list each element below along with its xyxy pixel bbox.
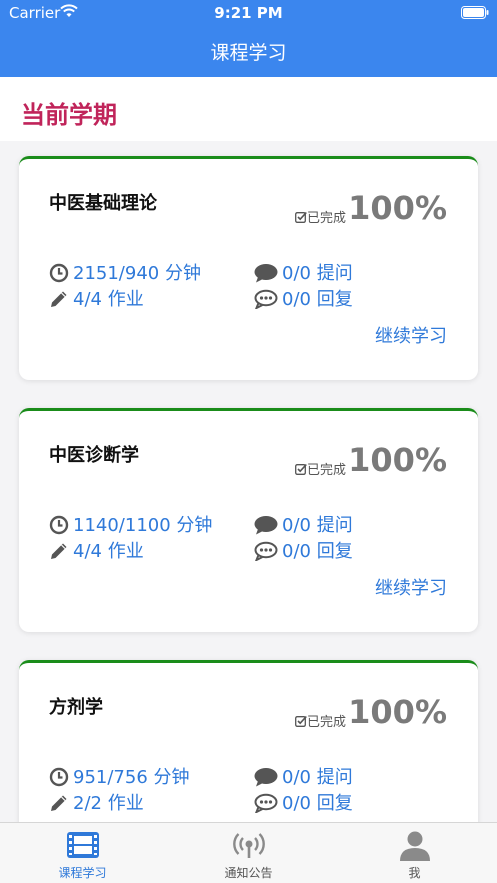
study-time-value: 1140/1100 分钟 xyxy=(73,515,213,536)
questions: 0/0 提问 xyxy=(254,763,353,789)
course-name: 中医基础理论 xyxy=(49,193,157,214)
clock-icon xyxy=(49,515,69,535)
continue-study-link[interactable]: 继续学习 xyxy=(375,574,447,600)
progress-percent: 100% xyxy=(348,441,447,479)
clock-icon xyxy=(49,263,69,283)
replies-value: 0/0 回复 xyxy=(282,793,353,814)
checkbox-checked-icon xyxy=(295,211,307,223)
user-icon xyxy=(400,831,430,861)
replies: 0/0 回复 xyxy=(254,789,353,815)
course-card[interactable]: 方剂学 已完成 100% 951/756 分钟 2/2 作业 0/0 提问 0/… xyxy=(19,660,478,822)
questions-value: 0/0 提问 xyxy=(282,767,353,788)
tab-me[interactable]: 我 xyxy=(332,823,497,883)
homework: 2/2 作业 xyxy=(49,789,144,815)
replies: 0/0 回复 xyxy=(254,537,353,563)
semester-header: 当前学期 xyxy=(0,77,497,141)
homework-value: 2/2 作业 xyxy=(73,793,144,814)
film-icon xyxy=(67,832,99,858)
comment-dots-icon xyxy=(254,793,278,813)
replies: 0/0 回复 xyxy=(254,285,353,311)
tab-notices[interactable]: 通知公告 xyxy=(166,823,331,883)
course-name: 中医诊断学 xyxy=(49,445,139,466)
comment-icon xyxy=(254,516,278,535)
semester-title: 当前学期 xyxy=(21,101,117,129)
questions: 0/0 提问 xyxy=(254,511,353,537)
pencil-icon xyxy=(51,291,67,307)
replies-value: 0/0 回复 xyxy=(282,289,353,310)
status-label: 已完成 xyxy=(307,715,347,730)
progress-percent: 100% xyxy=(348,693,447,731)
questions-value: 0/0 提问 xyxy=(282,515,353,536)
study-time-value: 2151/940 分钟 xyxy=(73,263,201,284)
tab-label: 我 xyxy=(408,866,421,880)
app-screen: Carrier 9:21 PM 课程学习 当前学期 中医基础理论 已完成 100… xyxy=(0,0,497,883)
study-time: 951/756 分钟 xyxy=(49,763,190,789)
study-time: 1140/1100 分钟 xyxy=(49,511,212,537)
completion-status: 已完成 xyxy=(295,711,346,730)
completion-status: 已完成 xyxy=(295,459,346,478)
tab-label: 通知公告 xyxy=(224,866,273,880)
comment-dots-icon xyxy=(254,289,278,309)
course-name: 方剂学 xyxy=(49,697,103,718)
pencil-icon xyxy=(51,795,67,811)
tab-course-study[interactable]: 课程学习 xyxy=(0,823,165,883)
homework: 4/4 作业 xyxy=(49,285,144,311)
questions-value: 0/0 提问 xyxy=(282,263,353,284)
status-label: 已完成 xyxy=(307,463,347,478)
course-card[interactable]: 中医基础理论 已完成 100% 2151/940 分钟 4/4 作业 0/0 提… xyxy=(19,156,478,380)
completion-status: 已完成 xyxy=(295,207,346,226)
study-time: 2151/940 分钟 xyxy=(49,259,201,285)
pencil-icon xyxy=(51,543,67,559)
clock: 9:21 PM xyxy=(214,4,283,22)
comment-icon xyxy=(254,264,278,283)
clock-icon xyxy=(49,767,69,787)
progress-percent: 100% xyxy=(348,189,447,227)
status-bar: Carrier 9:21 PM xyxy=(0,0,497,26)
homework-value: 4/4 作业 xyxy=(73,541,144,562)
homework: 4/4 作业 xyxy=(49,537,144,563)
tab-label: 课程学习 xyxy=(58,866,107,880)
replies-value: 0/0 回复 xyxy=(282,541,353,562)
questions: 0/0 提问 xyxy=(254,259,353,285)
continue-study-link[interactable]: 继续学习 xyxy=(375,322,447,348)
course-card[interactable]: 中医诊断学 已完成 100% 1140/1100 分钟 4/4 作业 0/0 提… xyxy=(19,408,478,632)
top-bar: Carrier 9:21 PM 课程学习 xyxy=(0,0,497,77)
tab-bar: 课程学习 通知公告 我 xyxy=(0,822,497,883)
course-list[interactable]: 当前学期 中医基础理论 已完成 100% 2151/940 分钟 4/4 作业 xyxy=(0,77,497,822)
checkbox-checked-icon xyxy=(295,715,307,727)
status-label: 已完成 xyxy=(307,211,347,226)
page-title: 课程学习 xyxy=(210,42,287,64)
comment-dots-icon xyxy=(254,541,278,561)
homework-value: 4/4 作业 xyxy=(73,289,144,310)
study-time-value: 951/756 分钟 xyxy=(73,767,190,788)
checkbox-checked-icon xyxy=(295,463,307,475)
battery-icon xyxy=(461,6,489,19)
broadcast-icon xyxy=(233,833,265,858)
comment-icon xyxy=(254,768,278,787)
